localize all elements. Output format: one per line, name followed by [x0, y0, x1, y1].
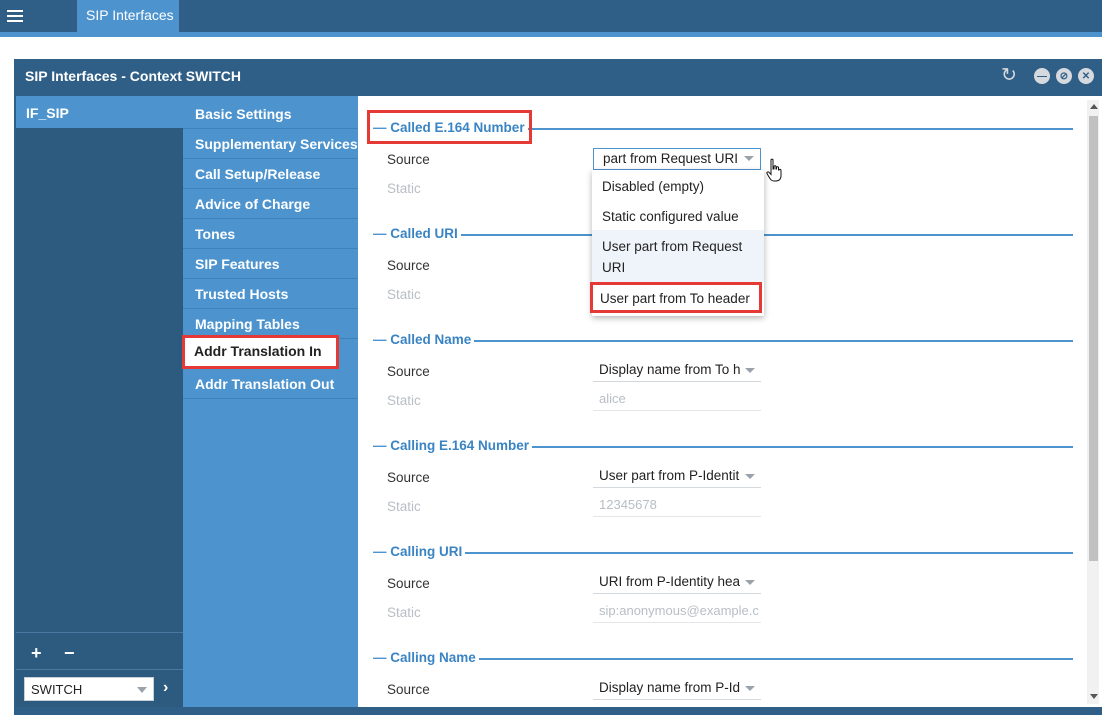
section-divider — [373, 552, 1073, 554]
calling-uri-static-input[interactable]: sip:anonymous@example.c — [593, 601, 761, 623]
remove-interface-button[interactable]: − — [64, 643, 75, 664]
nav-advice-of-charge[interactable]: Advice of Charge — [183, 189, 358, 219]
top-bar-underline — [0, 32, 1102, 37]
source-label: Source — [387, 470, 430, 485]
top-bar: SIP Interfaces — [0, 0, 1102, 32]
static-label: Static — [387, 499, 421, 514]
section-divider — [373, 340, 1073, 342]
content-scrollbar[interactable] — [1087, 100, 1099, 704]
calling-e164-static-input[interactable]: 12345678 — [593, 495, 761, 517]
select-value: URI from P-Identity hea — [599, 574, 741, 589]
select-value: User part from P-Identit — [599, 468, 740, 483]
hamburger-menu-icon[interactable] — [0, 0, 30, 32]
static-label: Static — [387, 393, 421, 408]
calling-uri-source-select[interactable]: URI from P-Identity hea — [593, 572, 761, 594]
dropdown-option-to-header[interactable]: User part from To header — [590, 282, 762, 313]
dropdown-option-static[interactable]: Static configured value — [592, 200, 764, 230]
highlight-box — [367, 110, 532, 144]
close-icon[interactable]: ✕ — [1078, 68, 1094, 84]
dropdown-option-disabled[interactable]: Disabled (empty) — [592, 170, 764, 200]
chevron-down-icon — [745, 580, 755, 585]
hand-cursor-icon — [766, 158, 782, 182]
select-value: part from Request URI — [603, 151, 739, 166]
nav-sip-features[interactable]: SIP Features — [183, 249, 358, 279]
source-label: Source — [387, 258, 430, 273]
called-e164-source-select[interactable]: part from Request URI — [593, 148, 761, 170]
source-dropdown-list: Disabled (empty) Static configured value… — [590, 170, 764, 316]
scroll-thumb[interactable] — [1089, 116, 1098, 561]
address-translation-form: Called E.164 Number Source part from Req… — [358, 96, 1102, 707]
source-label: Source — [387, 364, 430, 379]
section-title-calling-uri: Calling URI — [373, 544, 466, 559]
interface-list-panel: IF_SIP + − SWITCH › — [16, 96, 183, 707]
context-select[interactable]: SWITCH — [24, 677, 154, 701]
context-select-value: SWITCH — [31, 682, 83, 697]
chevron-right-icon[interactable]: › — [163, 679, 168, 697]
chevron-down-icon — [745, 474, 755, 479]
window-title: SIP Interfaces - Context SWITCH — [25, 68, 242, 84]
settings-nav: Basic Settings Supplementary Services Ca… — [182, 96, 358, 707]
add-interface-button[interactable]: + — [31, 643, 42, 664]
divider — [16, 632, 183, 633]
chevron-down-icon — [745, 686, 755, 691]
nav-call-setup-release[interactable]: Call Setup/Release — [183, 159, 358, 189]
nav-tones[interactable]: Tones — [183, 219, 358, 249]
called-name-source-select[interactable]: Display name from To h — [593, 360, 761, 382]
chevron-down-icon — [744, 156, 754, 161]
static-label: Static — [387, 181, 421, 196]
chevron-down-icon — [137, 687, 147, 693]
calling-name-source-select[interactable]: Display name from P-Id — [593, 678, 761, 700]
nav-basic-settings[interactable]: Basic Settings — [183, 99, 358, 129]
scroll-up-icon[interactable] — [1090, 104, 1098, 109]
calling-e164-source-select[interactable]: User part from P-Identit — [593, 466, 761, 488]
select-value: Display name from P-Id — [599, 680, 741, 695]
source-label: Source — [387, 152, 430, 167]
chevron-down-icon — [745, 368, 755, 373]
source-label: Source — [387, 576, 430, 591]
dropdown-option-request-uri[interactable]: User part from Request URI — [592, 230, 764, 282]
section-title-calling-name: Calling Name — [373, 650, 479, 665]
divider — [16, 669, 183, 670]
section-title-calling-e164: Calling E.164 Number — [373, 438, 533, 453]
section-title-called-uri: Called URI — [373, 226, 461, 241]
refresh-icon[interactable]: ↻ — [1001, 66, 1017, 85]
restore-icon[interactable]: ⊘ — [1056, 68, 1072, 84]
select-value: Display name from To h — [599, 362, 741, 377]
called-name-static-input[interactable]: alice — [593, 389, 761, 411]
nav-trusted-hosts[interactable]: Trusted Hosts — [183, 279, 358, 309]
list-item-if-sip[interactable]: IF_SIP — [16, 96, 183, 128]
section-title-called-name: Called Name — [373, 332, 475, 347]
nav-supplementary-services[interactable]: Supplementary Services — [183, 129, 358, 159]
static-label: Static — [387, 287, 421, 302]
tab-sip-interfaces[interactable]: SIP Interfaces — [77, 0, 179, 32]
scroll-down-icon[interactable] — [1090, 694, 1098, 699]
sip-interfaces-window: SIP Interfaces - Context SWITCH ↻ — ⊘ ✕ … — [14, 59, 1102, 715]
nav-addr-translation-in[interactable]: Addr Translation In — [182, 335, 339, 369]
source-label: Source — [387, 682, 430, 697]
nav-addr-translation-out[interactable]: Addr Translation Out — [183, 369, 358, 399]
minimize-icon[interactable]: — — [1034, 68, 1050, 84]
static-label: Static — [387, 605, 421, 620]
